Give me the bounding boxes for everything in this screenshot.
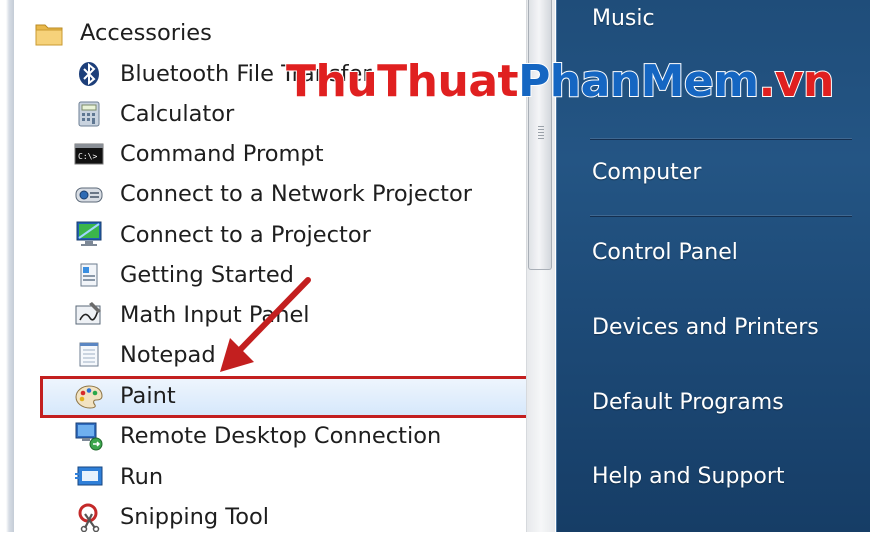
program-label: Command Prompt [120, 141, 324, 167]
grip-icon [538, 126, 544, 140]
program-label: Run [120, 464, 164, 490]
link-devices-and-printers[interactable]: Devices and Printers [592, 315, 819, 340]
bluetooth-icon [79, 62, 99, 86]
folder-icon [35, 24, 63, 46]
program-label: Snipping Tool [120, 504, 270, 530]
separator [590, 215, 852, 216]
link-music[interactable]: Music [592, 6, 655, 31]
watermark-part: .vn [758, 55, 836, 108]
folder-label: Accessories [80, 20, 212, 46]
link-default-programs[interactable]: Default Programs [592, 390, 784, 415]
watermark-part: ThuThuat [285, 55, 520, 108]
program-label: Remote Desktop Connection [120, 423, 442, 449]
calculator-icon [78, 101, 100, 127]
svg-text:C:\>: C:\> [78, 152, 97, 161]
link-computer[interactable]: Computer [592, 160, 701, 185]
folder-accessories[interactable]: Accessories [14, 13, 534, 53]
link-help-and-support[interactable]: Help and Support [592, 464, 785, 489]
window-frame-edge [0, 0, 14, 532]
watermark: ThuThuatPhanMem.vn [285, 55, 836, 108]
math-input-icon [75, 302, 101, 325]
projector-icon [76, 221, 102, 246]
pointer-arrow [220, 277, 311, 372]
program-label: Connect to a Projector [120, 222, 371, 248]
remote-desktop-icon [75, 422, 103, 451]
command-prompt-icon: C:\> [74, 143, 104, 165]
run-icon [75, 466, 103, 486]
scrollbar-thumb[interactable] [528, 0, 552, 270]
highlight-box [40, 376, 536, 418]
notepad-icon [79, 342, 99, 367]
program-label: Calculator [120, 101, 235, 127]
separator [590, 138, 852, 139]
link-control-panel[interactable]: Control Panel [592, 240, 738, 265]
scissors-icon [78, 503, 100, 532]
program-label: Connect to a Network Projector [120, 181, 472, 207]
network-projector-icon [75, 187, 103, 203]
getting-started-icon [80, 263, 98, 287]
watermark-part: PhanMem [517, 55, 760, 108]
